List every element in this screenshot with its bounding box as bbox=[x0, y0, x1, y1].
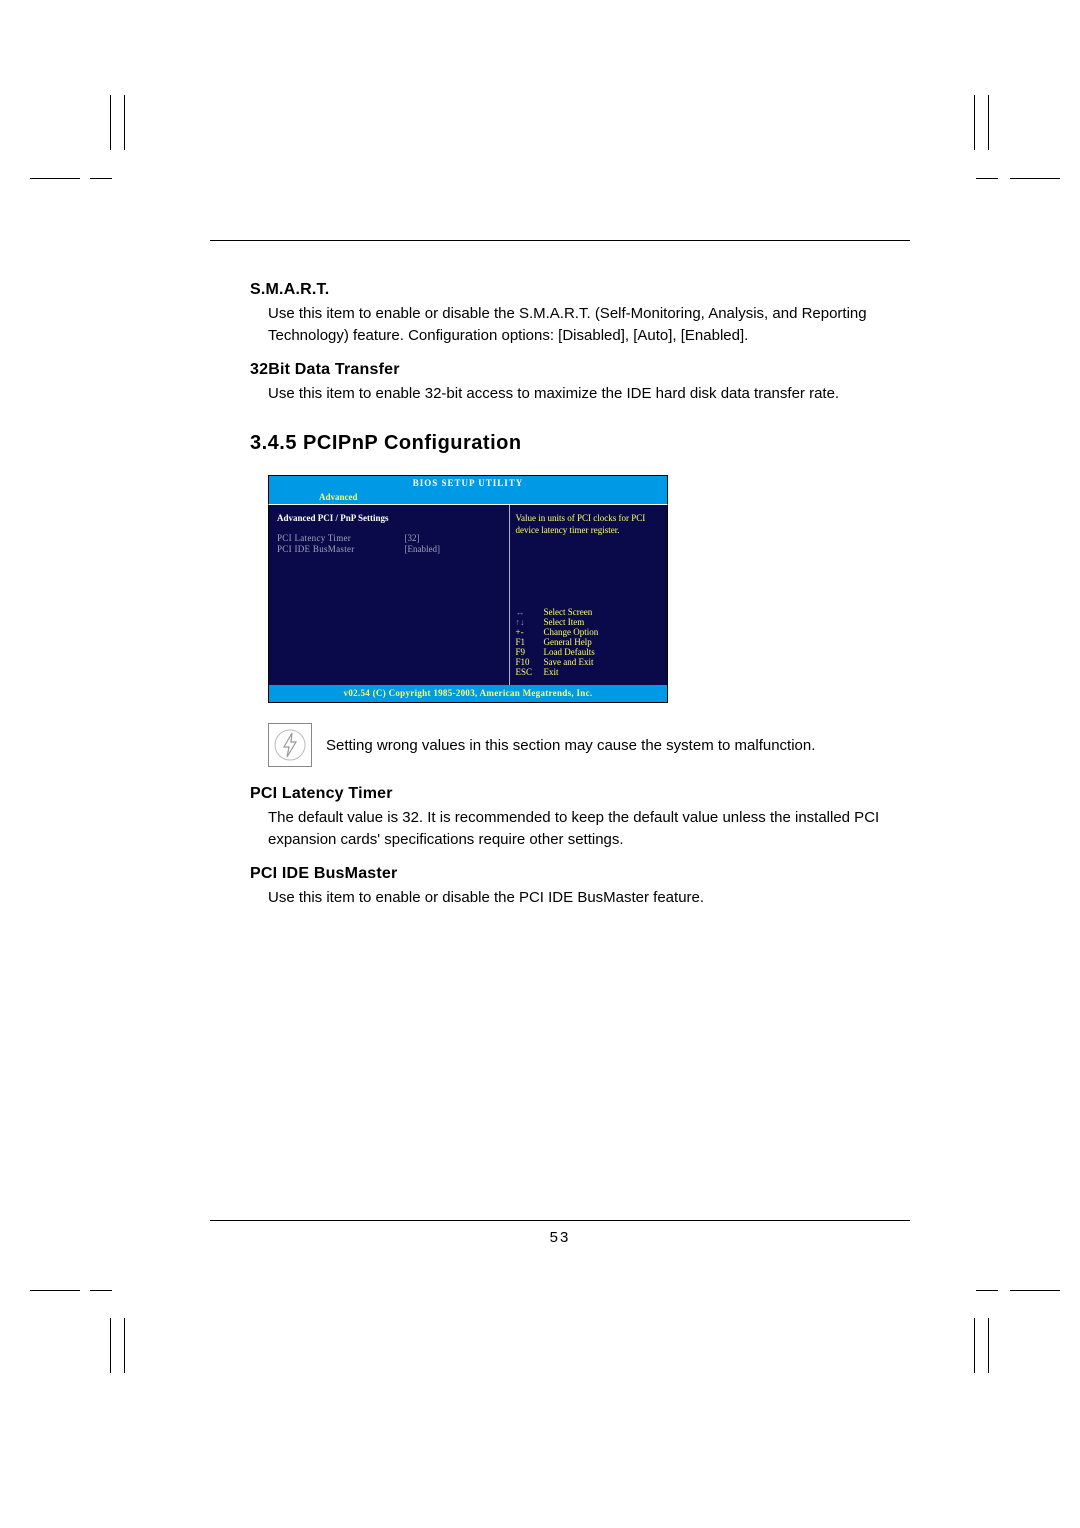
bios-key: F9 bbox=[516, 647, 544, 657]
bios-key-desc: General Help bbox=[544, 637, 592, 647]
chapter-heading: 3.4.5 PCIPnP Configuration bbox=[250, 432, 910, 455]
bios-key-row: F10Save and Exit bbox=[516, 657, 661, 667]
heading-32bit: 32Bit Data Transfer bbox=[250, 361, 910, 379]
bios-setting-value: [32] bbox=[404, 533, 502, 543]
bios-key: F10 bbox=[516, 657, 544, 667]
text-smart: Use this item to enable or disable the S… bbox=[268, 303, 910, 347]
bios-key-row: F9Load Defaults bbox=[516, 647, 661, 657]
bios-key: +- bbox=[516, 627, 544, 637]
page-content: S.M.A.R.T. Use this item to enable or di… bbox=[210, 240, 910, 923]
bios-setting-label: PCI IDE BusMaster bbox=[277, 544, 404, 554]
bios-screenshot: BIOS SETUP UTILITY Advanced Advanced PCI… bbox=[268, 475, 668, 703]
bios-title: BIOS SETUP UTILITY bbox=[268, 475, 668, 490]
heading-pci-ide: PCI IDE BusMaster bbox=[250, 865, 910, 883]
bios-key-row: ↔Select Screen bbox=[516, 607, 661, 617]
heading-smart: S.M.A.R.T. bbox=[250, 281, 910, 299]
bios-right-panel: Value in units of PCI clocks for PCI dev… bbox=[510, 505, 667, 685]
bios-setting-value: [Enabled] bbox=[404, 544, 502, 554]
bios-panel-title: Advanced PCI / PnP Settings bbox=[277, 513, 503, 523]
text-32bit: Use this item to enable 32-bit access to… bbox=[268, 383, 910, 405]
bios-footer: v02.54 (C) Copyright 1985-2003, American… bbox=[268, 685, 668, 703]
bios-key: ↑↓ bbox=[516, 617, 544, 627]
text-pci-ide: Use this item to enable or disable the P… bbox=[268, 887, 910, 909]
warning-text: Setting wrong values in this section may… bbox=[326, 735, 815, 756]
bios-key-desc: Load Defaults bbox=[544, 647, 595, 657]
text-pci-latency: The default value is 32. It is recommend… bbox=[268, 807, 910, 851]
bios-key: ESC bbox=[516, 667, 544, 677]
bios-key-desc: Save and Exit bbox=[544, 657, 594, 667]
bios-key-legend: ↔Select Screen ↑↓Select Item +-Change Op… bbox=[516, 607, 661, 677]
bios-key-row: +-Change Option bbox=[516, 627, 661, 637]
bios-setting-label: PCI Latency Timer bbox=[277, 533, 404, 543]
bios-setting-row: PCI Latency Timer [32] bbox=[277, 533, 503, 543]
bios-key: F1 bbox=[516, 637, 544, 647]
bios-key: ↔ bbox=[516, 607, 544, 617]
bios-key-row: ↑↓Select Item bbox=[516, 617, 661, 627]
bios-key-desc: Exit bbox=[544, 667, 559, 677]
bios-key-desc: Select Screen bbox=[544, 607, 593, 617]
bios-setting-row: PCI IDE BusMaster [Enabled] bbox=[277, 544, 503, 554]
bios-key-desc: Change Option bbox=[544, 627, 599, 637]
bios-left-panel: Advanced PCI / PnP Settings PCI Latency … bbox=[269, 505, 510, 685]
warning-row: Setting wrong values in this section may… bbox=[268, 723, 910, 767]
bios-key-row: ESCExit bbox=[516, 667, 661, 677]
bios-key-row: F1General Help bbox=[516, 637, 661, 647]
bios-key-desc: Select Item bbox=[544, 617, 585, 627]
bios-tab-bar: Advanced bbox=[268, 490, 668, 504]
heading-pci-latency: PCI Latency Timer bbox=[250, 785, 910, 803]
bios-body: Advanced PCI / PnP Settings PCI Latency … bbox=[268, 504, 668, 685]
warning-icon bbox=[268, 723, 312, 767]
bios-help-text: Value in units of PCI clocks for PCI dev… bbox=[516, 513, 661, 536]
lightning-icon bbox=[273, 728, 307, 762]
bios-tab-advanced: Advanced bbox=[319, 492, 358, 502]
page-number: 53 bbox=[210, 1220, 910, 1246]
